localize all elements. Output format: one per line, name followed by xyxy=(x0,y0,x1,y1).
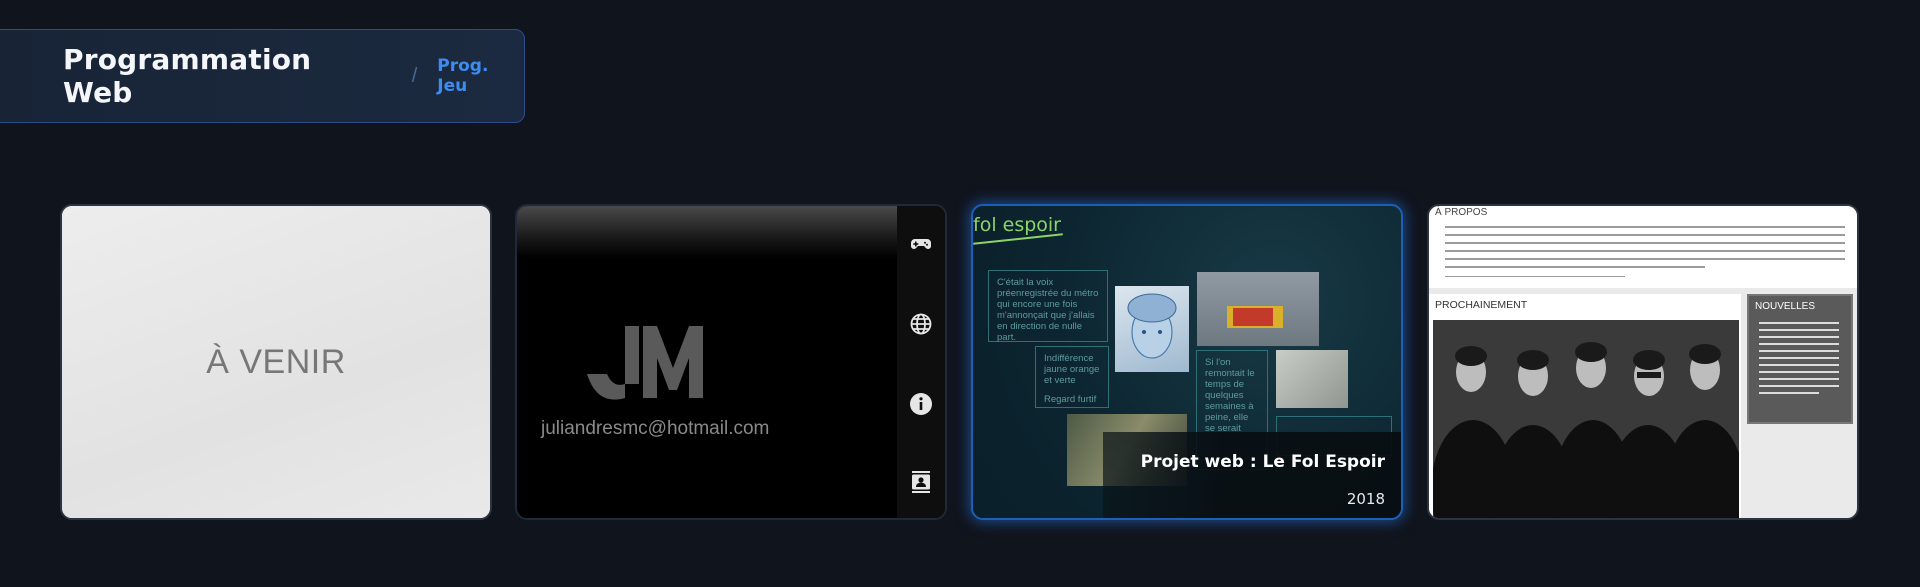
project-title: Projet web : Le Fol Espoir xyxy=(1140,452,1385,472)
text-line xyxy=(1445,266,1705,268)
contact-card-icon[interactable] xyxy=(909,470,933,494)
text-line xyxy=(1759,357,1839,359)
text-line xyxy=(1445,226,1845,228)
band-photo-image xyxy=(1433,320,1739,518)
page-title: Programmation Web xyxy=(63,43,312,109)
text-line xyxy=(1759,385,1839,387)
text-box: Indifférence jaune orange et verte Regar… xyxy=(1035,346,1109,408)
news-heading: NOUVELLES xyxy=(1755,301,1816,312)
text-line xyxy=(1759,336,1839,338)
news-section: NOUVELLES xyxy=(1747,294,1853,424)
text-line xyxy=(1445,258,1845,260)
text-box-line: Indifférence jaune orange et verte xyxy=(1044,353,1100,386)
contact-email: juliandresmc@hotmail.com xyxy=(541,418,770,439)
info-icon[interactable] xyxy=(909,392,933,416)
gamepad-icon[interactable] xyxy=(909,232,933,256)
text-line xyxy=(1759,322,1839,324)
project-card-fol-espoir[interactable]: fol espoir C'était la voix préenregistré… xyxy=(971,204,1403,520)
project-year: 2018 xyxy=(1346,490,1385,508)
illustration-tile xyxy=(1115,286,1189,372)
band-photo xyxy=(1433,320,1739,518)
text-box: C'était la voix préenregistrée du métro … xyxy=(988,270,1108,343)
project-card-coming-soon[interactable]: À VENIR xyxy=(60,204,492,520)
text-line xyxy=(1759,378,1839,380)
globe-icon[interactable] xyxy=(909,312,933,336)
text-line xyxy=(1445,234,1845,236)
fol-espoir-logo: fol espoir xyxy=(973,214,1061,236)
doodle-image-tile xyxy=(1276,350,1348,408)
face-sketch-image xyxy=(1127,293,1177,359)
text-line xyxy=(1759,350,1839,352)
text-line xyxy=(1759,371,1839,373)
project-card-music-site[interactable]: À PROPOS PROCHAINEMENT NOUVELLES xyxy=(1427,204,1859,520)
jm-logo xyxy=(587,326,703,400)
breadcrumb-header: Programmation Web / Prog. Jeu xyxy=(0,29,525,123)
text-line xyxy=(1445,276,1625,277)
coming-soon-label: À VENIR xyxy=(62,206,490,518)
upcoming-section: PROCHAINEMENT xyxy=(1429,294,1741,518)
card-thumbnail-gradient xyxy=(517,206,897,258)
breadcrumb-separator: / xyxy=(411,64,418,87)
card-side-toolbar xyxy=(897,206,945,518)
street-photo-tile xyxy=(1197,272,1319,346)
about-section: À PROPOS xyxy=(1429,206,1857,288)
breadcrumb-link-prog-jeu[interactable]: Prog. Jeu xyxy=(437,56,524,96)
text-line xyxy=(1759,392,1819,394)
sign-image xyxy=(1233,308,1273,326)
project-caption: Projet web : Le Fol Espoir 2018 xyxy=(1103,432,1401,518)
project-card-portfolio[interactable]: juliandresmc@hotmail.com xyxy=(515,204,947,520)
text-line xyxy=(1445,242,1845,244)
text-line xyxy=(1759,329,1839,331)
text-line xyxy=(1445,250,1845,252)
text-line xyxy=(1759,343,1839,345)
text-line xyxy=(1759,364,1839,366)
text-box-line: Regard furtif xyxy=(1044,394,1097,405)
about-heading: À PROPOS xyxy=(1435,207,1488,218)
upcoming-heading: PROCHAINEMENT xyxy=(1435,299,1528,311)
